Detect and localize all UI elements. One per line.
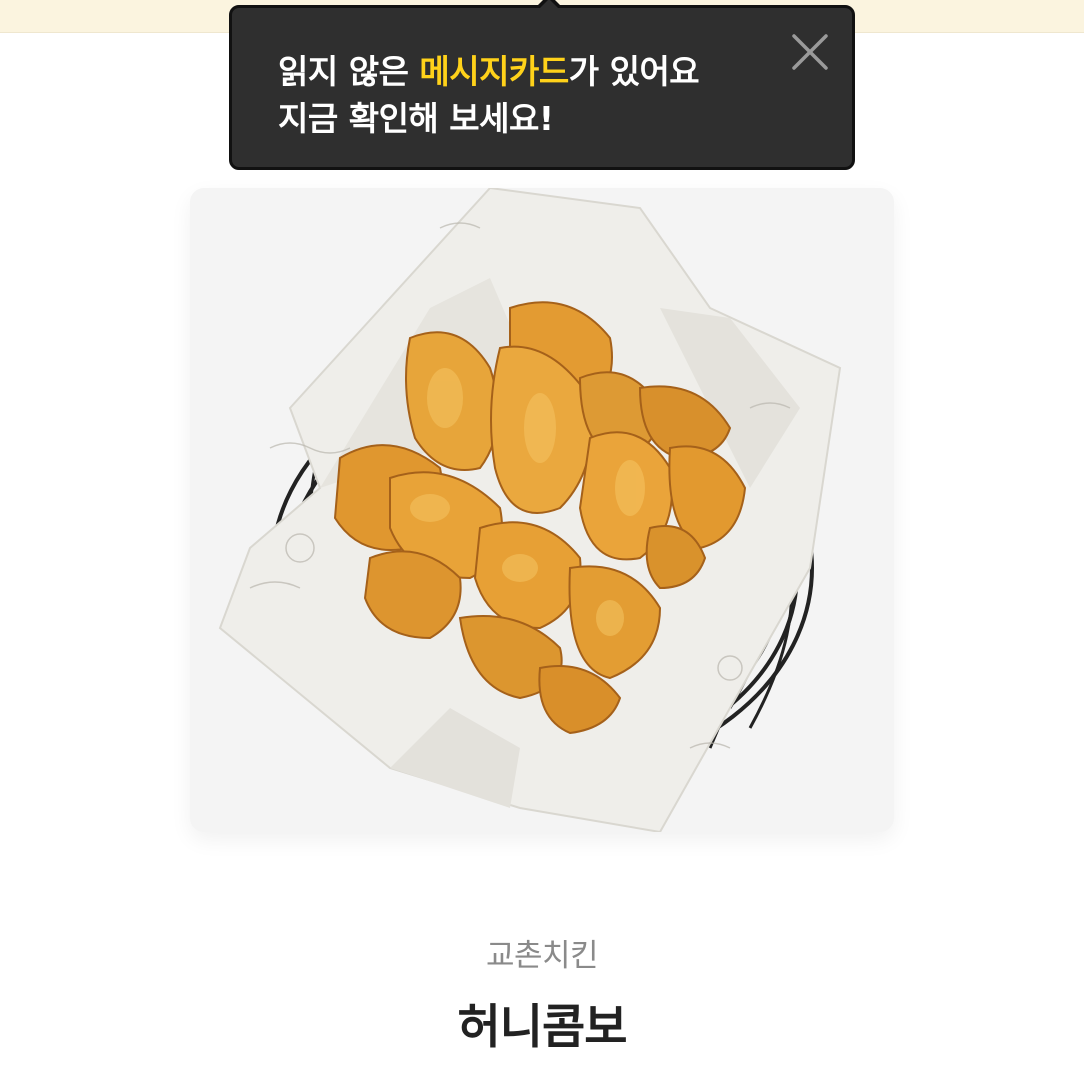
product-image-card[interactable] [190, 188, 894, 832]
tooltip-close-button[interactable] [790, 32, 830, 72]
tooltip-text-suffix: 가 있어요 [568, 52, 700, 91]
tooltip-arrow-fill [538, 0, 560, 10]
product-name: 허니콤보 [457, 1000, 628, 1055]
tooltip-highlight-message-card: 메시지카드 [419, 52, 569, 91]
message-card-tooltip[interactable]: 읽지 않은 메시지카드가 있어요 지금 확인해 보세요! [229, 0, 855, 170]
tooltip-text-prefix: 읽지 않은 [278, 52, 420, 91]
tooltip-line-1: 읽지 않은 메시지카드가 있어요 [278, 48, 700, 95]
tooltip-message: 읽지 않은 메시지카드가 있어요 지금 확인해 보세요! [278, 48, 700, 142]
fried-chicken-basket-image [218, 188, 842, 832]
brand-name: 교촌치킨 [485, 938, 599, 974]
close-icon [792, 34, 828, 70]
tooltip-line-2: 지금 확인해 보세요! [278, 99, 554, 138]
